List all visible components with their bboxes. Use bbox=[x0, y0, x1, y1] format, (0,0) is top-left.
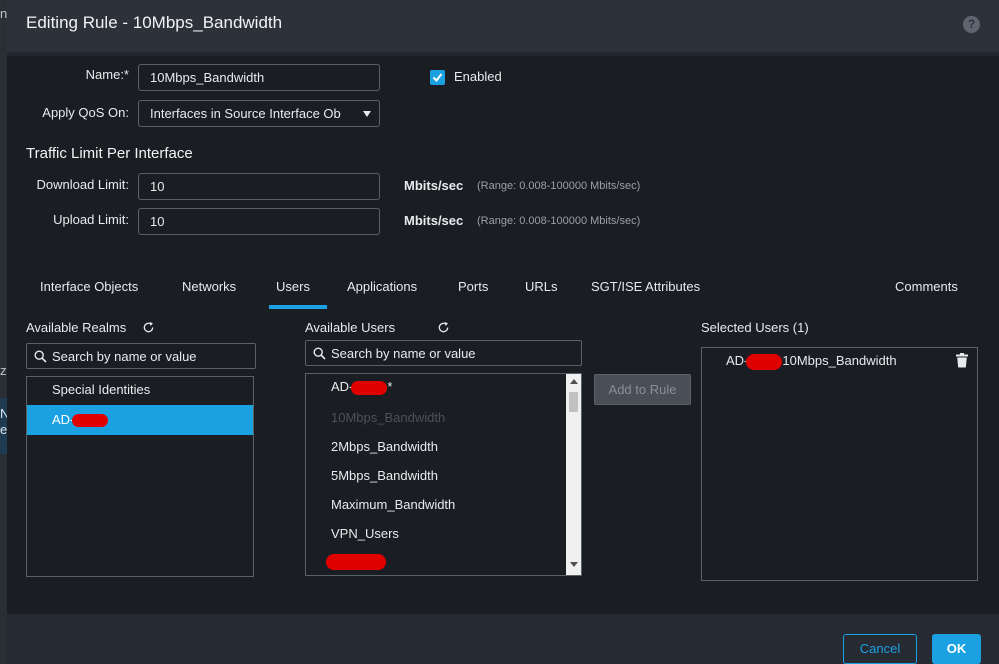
upload-limit-label: Upload Limit: bbox=[53, 212, 129, 227]
help-icon[interactable]: ? bbox=[963, 16, 980, 33]
caret-down-icon bbox=[363, 111, 371, 117]
add-to-rule-button[interactable]: Add to Rule bbox=[594, 374, 691, 405]
tab-applications[interactable]: Applications bbox=[347, 279, 417, 294]
available-users-list: AD- * 10Mbps_Bandwidth 2Mbps_Bandwidth 5M… bbox=[305, 373, 582, 576]
selected-user-item[interactable]: AD- 10Mbps_Bandwidth bbox=[726, 353, 897, 370]
apply-qos-select[interactable]: Interfaces in Source Interface Ob bbox=[138, 100, 380, 127]
user-item-suffix: * bbox=[387, 379, 393, 394]
download-range-hint: (Range: 0.008-100000 Mbits/sec) bbox=[477, 180, 641, 192]
available-realms-title: Available Realms bbox=[26, 320, 127, 335]
user-item-10mbps: 10Mbps_Bandwidth bbox=[331, 410, 446, 425]
tab-urls[interactable]: URLs bbox=[525, 279, 558, 294]
backdrop-strip: n z N e bbox=[0, 0, 10, 664]
user-item-vpn-users[interactable]: VPN_Users bbox=[331, 526, 399, 541]
redacted-text bbox=[72, 414, 109, 428]
user-item-5mbps[interactable]: 5Mbps_Bandwidth bbox=[331, 468, 438, 483]
backdrop-fragment: N bbox=[0, 406, 10, 421]
user-item-redacted[interactable] bbox=[326, 553, 386, 570]
tab-interface-objects[interactable]: Interface Objects bbox=[40, 279, 138, 294]
download-unit: Mbits/sec bbox=[404, 178, 464, 193]
scroll-down-icon[interactable] bbox=[570, 562, 578, 567]
tab-ports[interactable]: Ports bbox=[458, 279, 488, 294]
tab-sgt-ise-attributes[interactable]: SGT/ISE Attributes bbox=[591, 279, 700, 294]
realms-list: Special Identities AD- bbox=[26, 376, 254, 577]
name-label: Name:* bbox=[85, 67, 129, 82]
tab-networks[interactable]: Networks bbox=[182, 279, 236, 294]
search-icon bbox=[313, 347, 326, 360]
refresh-realms-icon[interactable] bbox=[142, 321, 155, 334]
backdrop-fragment: z bbox=[0, 363, 7, 378]
user-item-2mbps[interactable]: 2Mbps_Bandwidth bbox=[331, 439, 438, 454]
scroll-up-icon[interactable] bbox=[570, 379, 578, 384]
realms-search-placeholder: Search by name or value bbox=[52, 349, 197, 364]
rule-tabs: Interface Objects Networks Users Applica… bbox=[7, 270, 999, 310]
selected-user-prefix: AD- bbox=[726, 353, 749, 368]
trash-icon[interactable] bbox=[956, 353, 968, 368]
checkmark-icon bbox=[432, 73, 443, 83]
name-input[interactable]: 10Mbps_Bandwidth bbox=[138, 64, 380, 91]
user-item-ad-wildcard[interactable]: AD- * bbox=[331, 379, 392, 395]
users-search[interactable]: Search by name or value bbox=[305, 340, 582, 366]
available-users-title: Available Users bbox=[305, 320, 396, 335]
users-list-scrollbar[interactable] bbox=[566, 374, 581, 575]
dialog-header: Editing Rule - 10Mbps_Bandwidth ? bbox=[7, 0, 999, 52]
redacted-text bbox=[746, 353, 783, 370]
realms-search[interactable]: Search by name or value bbox=[26, 343, 256, 369]
realm-item-label: AD- bbox=[52, 412, 75, 427]
realm-item-ad[interactable]: AD- bbox=[27, 405, 253, 435]
users-search-placeholder: Search by name or value bbox=[331, 346, 476, 361]
editing-rule-dialog: Editing Rule - 10Mbps_Bandwidth ? Name:*… bbox=[7, 0, 999, 664]
realm-item-special-identities[interactable]: Special Identities bbox=[52, 382, 150, 397]
active-tab-indicator bbox=[269, 305, 327, 309]
tab-users[interactable]: Users bbox=[276, 279, 310, 294]
tab-comments[interactable]: Comments bbox=[895, 279, 958, 294]
selected-users-title: Selected Users (1) bbox=[701, 320, 809, 335]
download-limit-input[interactable]: 10 bbox=[138, 173, 380, 200]
upload-limit-input[interactable]: 10 bbox=[138, 208, 380, 235]
user-item-maximum[interactable]: Maximum_Bandwidth bbox=[331, 497, 455, 512]
dialog-title: Editing Rule - 10Mbps_Bandwidth bbox=[26, 13, 283, 32]
upload-unit: Mbits/sec bbox=[404, 213, 464, 228]
user-item-label: AD- bbox=[331, 379, 354, 394]
enabled-checkbox[interactable] bbox=[430, 70, 445, 85]
traffic-limit-title: Traffic Limit Per Interface bbox=[26, 145, 193, 162]
cancel-button[interactable]: Cancel bbox=[843, 634, 917, 664]
enabled-label: Enabled bbox=[454, 69, 502, 84]
backdrop-highlight: N e bbox=[0, 398, 10, 454]
search-icon bbox=[34, 350, 47, 363]
backdrop-fragment: n bbox=[0, 6, 8, 21]
ok-button[interactable]: OK bbox=[932, 634, 981, 664]
redacted-text bbox=[326, 553, 386, 570]
backdrop-fragment: e bbox=[0, 422, 8, 437]
scroll-thumb[interactable] bbox=[569, 392, 578, 412]
upload-range-hint: (Range: 0.008-100000 Mbits/sec) bbox=[477, 215, 641, 227]
redacted-text bbox=[351, 380, 388, 395]
selected-user-suffix: 10Mbps_Bandwidth bbox=[782, 353, 897, 368]
refresh-users-icon[interactable] bbox=[437, 321, 450, 334]
selected-users-list: AD- 10Mbps_Bandwidth bbox=[701, 347, 978, 581]
download-limit-label: Download Limit: bbox=[36, 177, 130, 192]
apply-qos-selected-value: Interfaces in Source Interface Ob bbox=[150, 106, 341, 121]
apply-qos-label: Apply QoS On: bbox=[42, 105, 129, 120]
